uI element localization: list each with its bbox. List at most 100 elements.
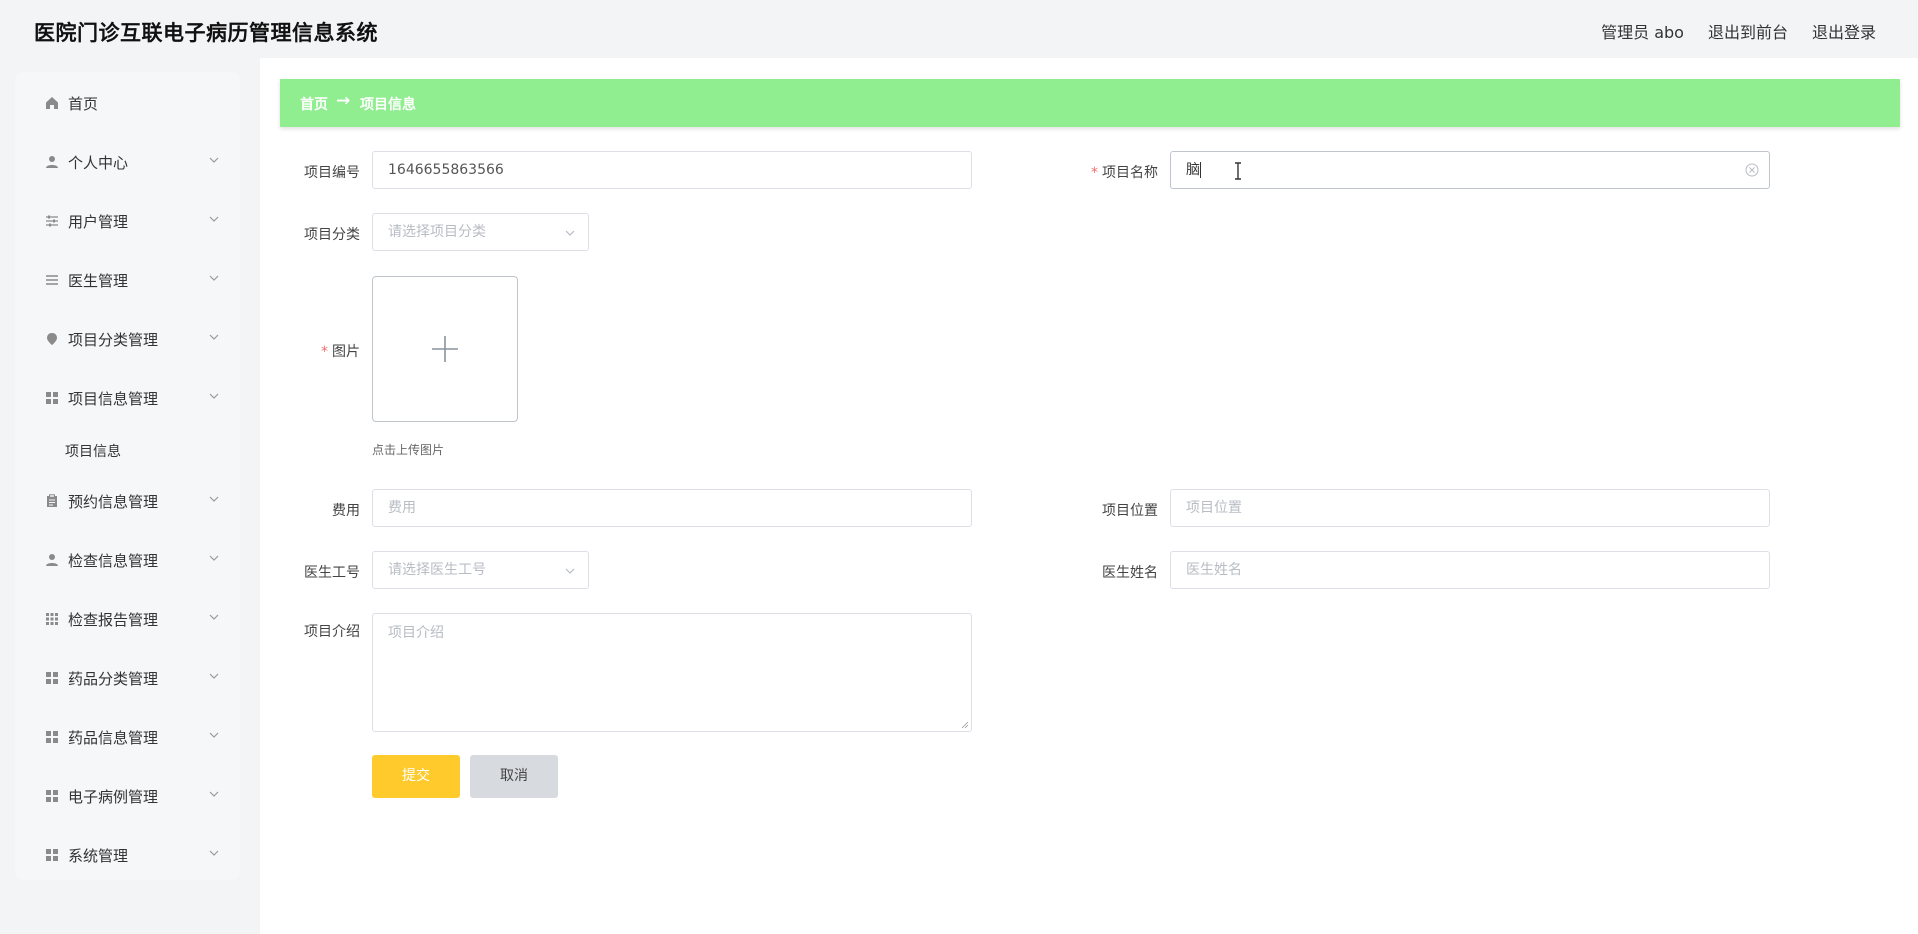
grid-icon [46,392,58,404]
grid-icon [46,731,58,743]
sidebar-item-label: 电子病例管理 [68,788,159,806]
sidebar-item-drug-info-management[interactable]: 药品信息管理 [15,717,240,757]
location-icon [47,333,57,345]
sidebar-item-doctor-management[interactable]: 医生管理 [15,260,240,300]
doctor-id-select[interactable]: 请选择医生工号 [372,551,589,589]
upload-hint: 点击上传图片 [372,443,445,457]
app-title: 医院门诊互联电子病历管理信息系统 [34,21,378,45]
sidebar-item-exam-report-management[interactable]: 检查报告管理 [15,599,240,639]
doctor-name-input[interactable]: 医生姓名 [1170,551,1770,589]
chevron-down-icon [209,275,219,281]
code-label: 项目编号 [304,165,360,181]
fee-input[interactable]: 费用 [372,489,972,527]
grid-icon [46,790,58,802]
top-header: 医院门诊互联电子病历管理信息系统 管理员 abo 退出到前台 退出登录 [0,0,1918,58]
sidebar-item-label: 项目信息管理 [68,390,159,408]
sidebar-item-drug-category-management[interactable]: 药品分类管理 [15,658,240,698]
submit-button[interactable]: 提交 [372,755,460,798]
project-name-value: 脑 [1186,162,1200,178]
chevron-down-icon [209,673,219,679]
required-mark: * [321,344,328,360]
grid-icon [46,849,58,861]
front-page-link[interactable]: 退出到前台 [1708,19,1788,43]
clear-icon[interactable] [1745,163,1759,177]
sidebar-item-label: 首页 [68,95,99,113]
user-icon [46,554,58,566]
chevron-down-icon [209,496,219,502]
category-select[interactable]: 请选择项目分类 [372,213,589,251]
image-upload-button[interactable] [372,276,518,422]
doctor-name-label: 医生姓名 [1102,565,1158,581]
project-code-field[interactable]: 1646655863566 [372,151,972,189]
sidebar-item-personal-center[interactable]: 个人中心 [15,142,240,182]
admin-user-label: 管理员 abo [1601,23,1684,42]
required-mark: * [1091,165,1098,181]
text-caret [1200,162,1201,178]
text-cursor-icon [1235,162,1241,180]
list-icon [46,275,58,285]
image-label-text: 图片 [332,344,360,360]
plus-icon [432,336,458,362]
sidebar-item-label: 系统管理 [68,847,129,865]
sidebar-item-emr-management[interactable]: 电子病例管理 [15,776,240,816]
breadcrumb-home[interactable]: 首页 [300,94,328,114]
sidebar-item-label: 检查报告管理 [68,611,159,629]
location-input[interactable]: 项目位置 [1170,489,1770,527]
intro-placeholder: 项目介绍 [388,625,444,641]
sidebar-item-home[interactable]: 首页 [15,83,240,123]
location-placeholder: 项目位置 [1186,500,1242,516]
chevron-down-icon [209,393,219,399]
resize-handle-icon[interactable] [961,721,969,729]
chevron-down-icon [209,334,219,340]
breadcrumb-arrow-icon: → [336,91,351,111]
intro-label: 项目介绍 [304,624,360,640]
sidebar-item-label: 预约信息管理 [68,493,159,511]
sidebar-subitem-project-info[interactable]: 项目信息 [65,441,121,461]
project-code-value: 1646655863566 [388,162,504,178]
sidebar-item-label: 药品分类管理 [68,670,159,688]
project-name-field[interactable]: 脑 [1170,151,1770,189]
category-placeholder: 请选择项目分类 [388,224,486,240]
sidebar-item-system-management[interactable]: 系统管理 [15,835,240,875]
clipboard-icon [47,494,57,507]
cancel-button[interactable]: 取消 [470,755,558,798]
chevron-down-icon [209,555,219,561]
sidebar-item-label: 用户管理 [68,213,129,231]
name-label: * 项目名称 [1068,162,1158,182]
chevron-down-icon [209,732,219,738]
category-label: 项目分类 [304,227,360,243]
sidebar-item-label: 项目分类管理 [68,331,159,349]
chevron-down-icon [209,157,219,163]
chevron-down-icon [565,568,575,574]
intro-textarea[interactable]: 项目介绍 [372,613,972,732]
chevron-down-icon [565,230,575,236]
sidebar-item-label: 药品信息管理 [68,729,159,747]
user-icon [46,156,58,168]
home-icon [46,97,58,109]
sidebar-item-exam-info-management[interactable]: 检查信息管理 [15,540,240,580]
fee-placeholder: 费用 [388,500,416,516]
location-label: 项目位置 [1102,503,1158,519]
sidebar-item-category-management[interactable]: 项目分类管理 [15,319,240,359]
image-label: * 图片 [270,341,360,361]
doctor-id-placeholder: 请选择医生工号 [388,562,486,578]
chevron-down-icon [209,791,219,797]
chevron-down-icon [209,216,219,222]
fee-label: 费用 [332,503,360,519]
sliders-icon [46,215,58,227]
doctor-id-label: 医生工号 [304,565,360,581]
logout-link[interactable]: 退出登录 [1812,19,1876,43]
sidebar-item-appointment-management[interactable]: 预约信息管理 [15,481,240,521]
sidebar-item-user-management[interactable]: 用户管理 [15,201,240,241]
sidebar-item-label: 检查信息管理 [68,552,159,570]
doctor-name-placeholder: 医生姓名 [1186,562,1242,578]
sidebar-item-project-info-management[interactable]: 项目信息管理 [15,378,240,418]
chevron-down-icon [209,850,219,856]
header-links: 管理员 abo 退出到前台 退出登录 [1601,19,1876,43]
sidebar-item-label: 医生管理 [68,272,129,290]
sidebar: 首页 个人中心 用户管理 医生管理 项目分类管理 项目信息管理 项目信息 预约信… [15,72,240,880]
breadcrumb: 首页 → 项目信息 [280,79,1900,127]
grid-icon [46,672,58,684]
breadcrumb-current: 项目信息 [360,97,416,113]
name-label-text: 项目名称 [1102,165,1158,181]
